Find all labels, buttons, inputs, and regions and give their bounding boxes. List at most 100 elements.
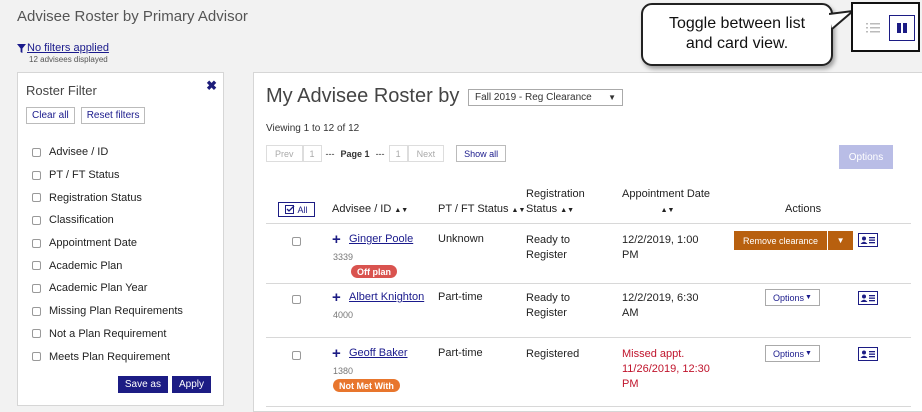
row-checkbox[interactable] — [292, 237, 301, 246]
sort-icon: ▲▼ — [394, 207, 409, 214]
roster-filter-panel: Roster Filter ✖ Clear all Reset filters … — [17, 72, 224, 406]
clear-all-button[interactable]: Clear all — [26, 107, 75, 124]
appointment-line: PM — [622, 378, 639, 390]
save-as-button[interactable]: Save as — [117, 376, 168, 393]
filter-item-academic-plan[interactable]: Academic Plan — [32, 254, 183, 277]
filter-item-pt-ft-status[interactable]: PT / FT Status — [32, 164, 183, 187]
filter-item-not-a-plan-requirement[interactable]: Not a Plan Requirement — [32, 323, 183, 346]
pager-dots: --- — [325, 148, 335, 159]
appointment-line: AM — [622, 307, 639, 319]
filter-list: Advisee / ID PT / FT Status Registration… — [32, 141, 183, 368]
toggle-view-callout: Toggle between list and card view. — [641, 3, 833, 66]
appointment-line: 11/26/2019, 12:30 — [622, 363, 710, 375]
filter-checkbox[interactable] — [32, 193, 41, 203]
filter-label: Missing Plan Requirements — [49, 305, 183, 318]
status-badge: Off plan — [351, 265, 397, 278]
no-filters-label: No filters applied — [27, 42, 109, 54]
appointment-line: PM — [622, 249, 639, 261]
roster-filter-title: Roster Filter — [26, 83, 97, 98]
filter-checkbox[interactable] — [32, 352, 41, 362]
filter-checkbox[interactable] — [32, 147, 41, 157]
table-row: + Albert Knighton 4000 Part-time Ready t… — [254, 289, 922, 339]
remove-clearance-button[interactable]: Remove clearance — [734, 231, 829, 250]
advisee-name-link[interactable]: Ginger Poole — [349, 233, 413, 245]
filter-item-academic-plan-year[interactable]: Academic Plan Year — [32, 277, 183, 300]
filter-checkbox[interactable] — [32, 170, 41, 180]
registration-status: Registered — [526, 347, 596, 362]
contact-card-icon[interactable] — [858, 291, 878, 305]
pt-ft-status: Part-time — [438, 291, 483, 303]
registration-line: Register — [526, 249, 567, 261]
divider — [266, 337, 911, 338]
remove-clearance-button-group: Remove clearance ▼ — [734, 231, 854, 250]
filter-checkbox[interactable] — [32, 238, 41, 248]
column-header-registration[interactable]: Registration Status ▲▼ — [526, 187, 585, 218]
select-all-button[interactable]: All — [278, 202, 315, 217]
filter-checkbox[interactable] — [32, 215, 41, 225]
filter-checkbox[interactable] — [32, 261, 41, 271]
expand-plus-icon[interactable]: + — [332, 346, 341, 361]
appointment-line: 12/2/2019, 1:00 — [622, 234, 699, 246]
chevron-down-icon: ▼ — [805, 294, 812, 301]
no-filters-link[interactable]: No filters applied — [17, 42, 109, 54]
advisee-id: 4000 — [333, 310, 354, 320]
filter-item-registration-status[interactable]: Registration Status — [32, 186, 183, 209]
filter-checkbox[interactable] — [32, 306, 41, 316]
contact-card-icon[interactable] — [858, 347, 878, 361]
filter-label: Not a Plan Requirement — [49, 327, 167, 340]
column-header-advisee[interactable]: Advisee / ID ▲▼ — [332, 202, 408, 218]
options-label: Options — [773, 292, 805, 303]
chevron-down-icon: ▼ — [805, 350, 812, 357]
next-button[interactable]: Next — [407, 145, 445, 162]
select-all-label: All — [297, 204, 308, 215]
sort-icon: ▲▼ — [660, 207, 675, 214]
filter-label: Appointment Date — [49, 237, 138, 250]
filter-label: Advisee / ID — [49, 146, 109, 159]
appointment-line: Missed appt. — [622, 348, 685, 360]
show-all-button[interactable]: Show all — [456, 145, 507, 162]
pager-dots: --- — [375, 148, 385, 159]
filter-item-missing-plan-requirements[interactable]: Missing Plan Requirements — [32, 300, 183, 323]
chevron-down-icon[interactable]: ▼ — [828, 231, 854, 250]
advisee-name-link[interactable]: Albert Knighton — [349, 291, 424, 303]
sort-icon: ▲▼ — [511, 207, 526, 214]
expand-plus-icon[interactable]: + — [332, 232, 341, 247]
divider — [266, 283, 911, 284]
filter-item-appointment-date[interactable]: Appointment Date — [32, 232, 183, 255]
advisee-id: 3339 — [333, 252, 354, 262]
filter-label: Meets Plan Requirement — [49, 350, 171, 363]
list-view-icon[interactable] — [863, 18, 883, 38]
filter-item-classification[interactable]: Classification — [32, 209, 183, 232]
advisee-roster-panel: My Advisee Roster by Fall 2019 - Reg Cle… — [253, 72, 922, 412]
first-page-button[interactable]: 1 — [302, 145, 322, 162]
prev-button[interactable]: Prev — [266, 145, 303, 162]
advisee-name-link[interactable]: Geoff Baker — [349, 347, 408, 359]
row-checkbox[interactable] — [292, 351, 301, 360]
contact-card-icon[interactable] — [858, 233, 878, 247]
row-checkbox[interactable] — [292, 295, 301, 304]
funnel-icon — [17, 43, 26, 53]
reset-filters-button[interactable]: Reset filters — [80, 107, 146, 124]
filter-item-meets-plan-requirement[interactable]: Meets Plan Requirement — [32, 345, 183, 368]
filter-checkbox[interactable] — [32, 329, 41, 339]
options-button[interactable]: Options — [839, 145, 893, 169]
filter-label: Academic Plan — [49, 259, 123, 272]
card-view-icon[interactable] — [889, 15, 915, 41]
apply-button[interactable]: Apply — [171, 376, 211, 393]
column-header-appointment[interactable]: Appointment Date ▲▼ — [622, 187, 710, 218]
expand-plus-icon[interactable]: + — [332, 290, 341, 305]
close-icon[interactable]: ✖ — [206, 78, 217, 94]
filter-label: Academic Plan Year — [49, 282, 148, 295]
row-options-button[interactable]: Options ▼ — [765, 345, 820, 362]
last-page-button[interactable]: 1 — [388, 145, 408, 162]
term-select[interactable]: Fall 2019 - Reg Clearance ▼ — [468, 89, 623, 106]
column-header-status[interactable]: PT / FT Status ▲▼ — [438, 202, 525, 218]
filter-checkbox[interactable] — [32, 283, 41, 293]
sort-icon: ▲▼ — [560, 207, 575, 214]
row-options-button[interactable]: Options ▼ — [765, 289, 820, 306]
options-label: Options — [773, 348, 805, 359]
filter-item-advisee-id[interactable]: Advisee / ID — [32, 141, 183, 164]
registration-line: Registered — [526, 348, 580, 360]
chevron-down-icon: ▼ — [608, 93, 616, 102]
status-badge: Not Met With — [333, 379, 400, 392]
